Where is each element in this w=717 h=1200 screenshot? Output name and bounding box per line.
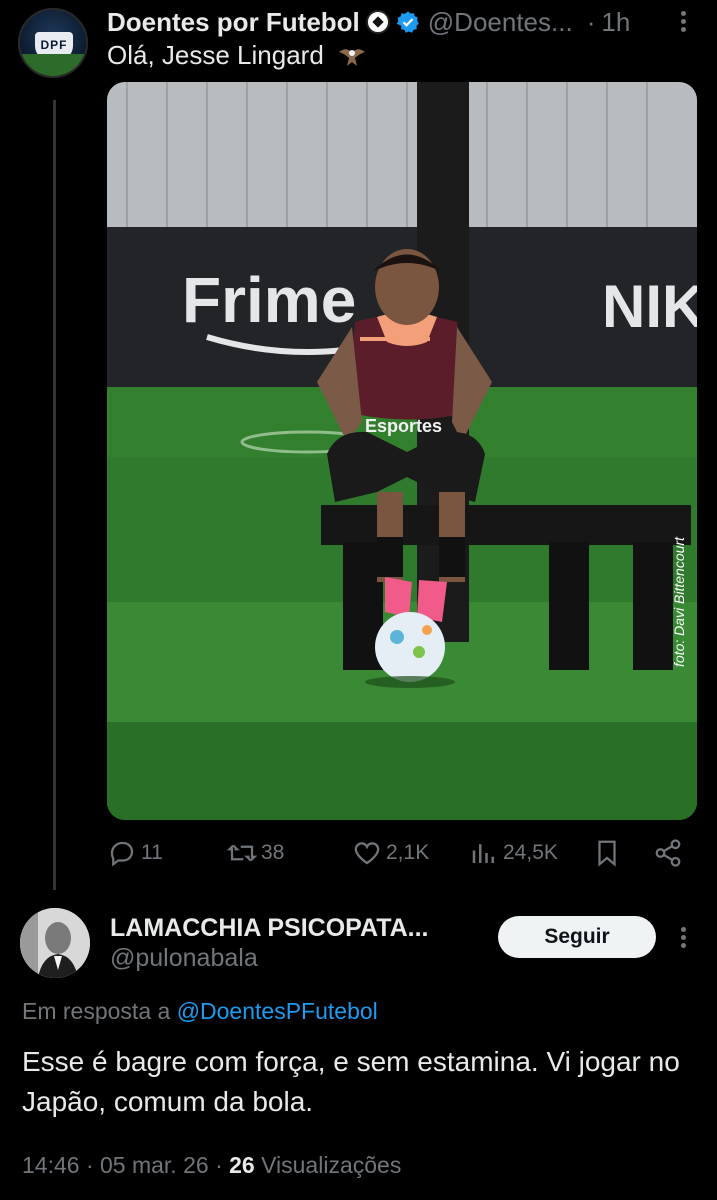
reply-author-name[interactable]: LAMACCHIA PSICOPATA... (110, 914, 429, 943)
photo-credit: foto: Davi Bittencourt (671, 536, 687, 667)
reply-prefix: Em resposta a (22, 998, 171, 1024)
like-count: 2,1K (386, 841, 430, 864)
thread-line (53, 100, 56, 890)
verified-icon (396, 11, 419, 33)
views-count: 24,5K (503, 841, 558, 864)
more-icon[interactable] (671, 924, 695, 952)
reply-text: Esse é bagre com força, e sem estamina. … (22, 1046, 680, 1117)
more-icon[interactable] (671, 8, 695, 36)
logo-grass (20, 54, 86, 76)
reply-views-count: 26 (229, 1152, 255, 1178)
tweet-text-content: Olá, Jesse Lingard (107, 40, 324, 70)
views-action[interactable]: 24,5K (469, 838, 558, 868)
share-action[interactable] (653, 838, 687, 868)
follow-button[interactable]: Seguir (498, 916, 656, 958)
reply-count: 11 (141, 841, 163, 864)
reply-meta: 14:46 · 05 mar. 26 · 26 Visualizações (22, 1152, 401, 1179)
reply-timestamp[interactable]: 14:46 · 05 mar. 26 · (22, 1152, 223, 1178)
retweet-icon (227, 844, 257, 862)
like-icon (354, 842, 380, 865)
reply-author-handle[interactable]: @pulonabala (110, 944, 258, 973)
reply-avatar[interactable] (20, 908, 90, 978)
banner-text-right: NIK (602, 273, 697, 340)
reply-views-label: Visualizações (261, 1152, 402, 1178)
tweet-actions: 11 38 2,1K 24,5K (107, 838, 697, 874)
like-action[interactable]: 2,1K (352, 838, 429, 868)
views-icon (472, 844, 494, 863)
bookmark-action[interactable] (592, 838, 626, 868)
retweet-count: 38 (261, 841, 285, 864)
reply-avatar-image (20, 908, 90, 978)
banner-text-left: Frime (182, 264, 356, 336)
tweet-photo[interactable]: Frime NIK Esportes foto: Davi Bittencour… (107, 82, 697, 820)
separator: · (586, 6, 596, 37)
logo-text: DPF (40, 38, 68, 52)
reply-to-link[interactable]: @DoentesPFutebol (177, 998, 378, 1024)
bookmark-icon (598, 840, 616, 867)
share-icon (655, 839, 681, 867)
tweet-header: Doentes por Futebol @Doentes... · 1h (107, 4, 717, 40)
timestamp[interactable]: 1h (601, 7, 630, 38)
shirt-text: Esportes (365, 416, 442, 436)
author-name[interactable]: Doentes por Futebol (107, 7, 360, 38)
reply-context: Em resposta a @DoentesPFutebol (22, 998, 378, 1025)
avatar[interactable]: DPF (18, 8, 88, 78)
ball-icon (365, 10, 390, 34)
reply-action[interactable]: 11 (107, 838, 163, 868)
retweet-action[interactable]: 38 (227, 838, 284, 868)
eagle-icon (339, 49, 366, 67)
tweet-text: Olá, Jesse Lingard (107, 40, 367, 71)
photo-scene: Frime NIK Esportes foto: Davi Bittencour… (107, 82, 697, 820)
reply-icon (110, 841, 134, 867)
author-handle[interactable]: @Doentes... (428, 7, 573, 38)
